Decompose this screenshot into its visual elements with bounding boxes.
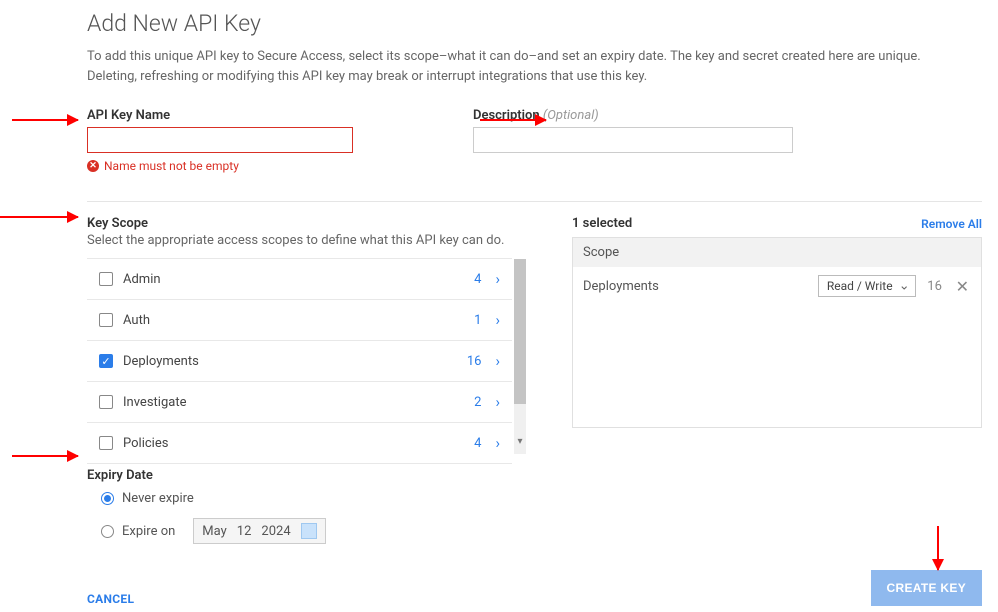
api-key-name-input[interactable]	[87, 127, 353, 153]
radio-icon[interactable]	[101, 492, 114, 505]
page-description: To add this unique API key to Secure Acc…	[87, 47, 957, 86]
scope-list: Admin 4 › Auth 1 › ✓ Deployments 16 ›	[87, 258, 512, 448]
selected-table: Scope Deployments Read / Write ⌄ 16 ✕	[572, 237, 982, 428]
error-icon: ✕	[87, 160, 99, 172]
name-error-text: Name must not be empty	[104, 159, 239, 173]
chevron-right-icon[interactable]: ›	[491, 352, 504, 370]
scope-item-auth[interactable]: Auth 1 ›	[87, 300, 512, 341]
remove-all-button[interactable]: Remove All	[921, 217, 982, 231]
annotation-arrow	[0, 216, 78, 218]
scope-item-deployments[interactable]: ✓ Deployments 16 ›	[87, 341, 512, 382]
cancel-button[interactable]: CANCEL	[87, 592, 134, 606]
description-input[interactable]	[473, 127, 793, 153]
permission-select[interactable]: Read / Write ⌄	[818, 275, 916, 297]
scroll-down-icon[interactable]: ▾	[514, 436, 526, 448]
chevron-right-icon[interactable]: ›	[491, 393, 504, 411]
page-title: Add New API Key	[87, 10, 982, 37]
selected-row-count: 16	[926, 279, 944, 294]
key-scope-heading: Key Scope	[87, 216, 512, 231]
checkbox-icon[interactable]	[99, 272, 113, 286]
expiry-heading: Expiry Date	[87, 468, 982, 483]
radio-icon[interactable]	[101, 525, 114, 538]
api-key-name-label: API Key Name	[87, 108, 353, 123]
annotation-arrow	[480, 119, 546, 121]
calendar-icon[interactable]	[301, 523, 317, 539]
chevron-down-icon: ⌄	[899, 279, 910, 294]
scope-item-admin[interactable]: Admin 4 ›	[87, 259, 512, 300]
scope-item-policies[interactable]: Policies 4 ›	[87, 423, 512, 464]
radio-never-expire[interactable]: Never expire	[87, 485, 982, 512]
chevron-right-icon[interactable]: ›	[491, 434, 504, 452]
scope-item-investigate[interactable]: Investigate 2 ›	[87, 382, 512, 423]
expiry-date-picker[interactable]: May 12 2024	[193, 518, 325, 544]
checkbox-icon[interactable]: ✓	[99, 354, 113, 368]
divider	[87, 201, 982, 202]
annotation-arrow	[12, 455, 78, 457]
create-key-button[interactable]: CREATE KEY	[871, 570, 982, 606]
selected-heading: 1 selected	[572, 216, 632, 231]
key-scope-subtext: Select the appropriate access scopes to …	[87, 233, 512, 248]
close-icon[interactable]: ✕	[954, 277, 971, 296]
chevron-right-icon[interactable]: ›	[491, 270, 504, 288]
checkbox-icon[interactable]	[99, 436, 113, 450]
selected-row: Deployments Read / Write ⌄ 16 ✕	[573, 267, 981, 305]
checkbox-icon[interactable]	[99, 313, 113, 327]
scrollbar[interactable]	[514, 259, 526, 454]
radio-expire-on[interactable]: Expire on May 12 2024	[87, 512, 982, 550]
annotation-arrow	[12, 119, 78, 121]
chevron-right-icon[interactable]: ›	[491, 311, 504, 329]
selected-row-name: Deployments	[583, 279, 808, 294]
annotation-arrow	[937, 526, 939, 570]
checkbox-icon[interactable]	[99, 395, 113, 409]
selected-col-scope: Scope	[573, 238, 981, 267]
